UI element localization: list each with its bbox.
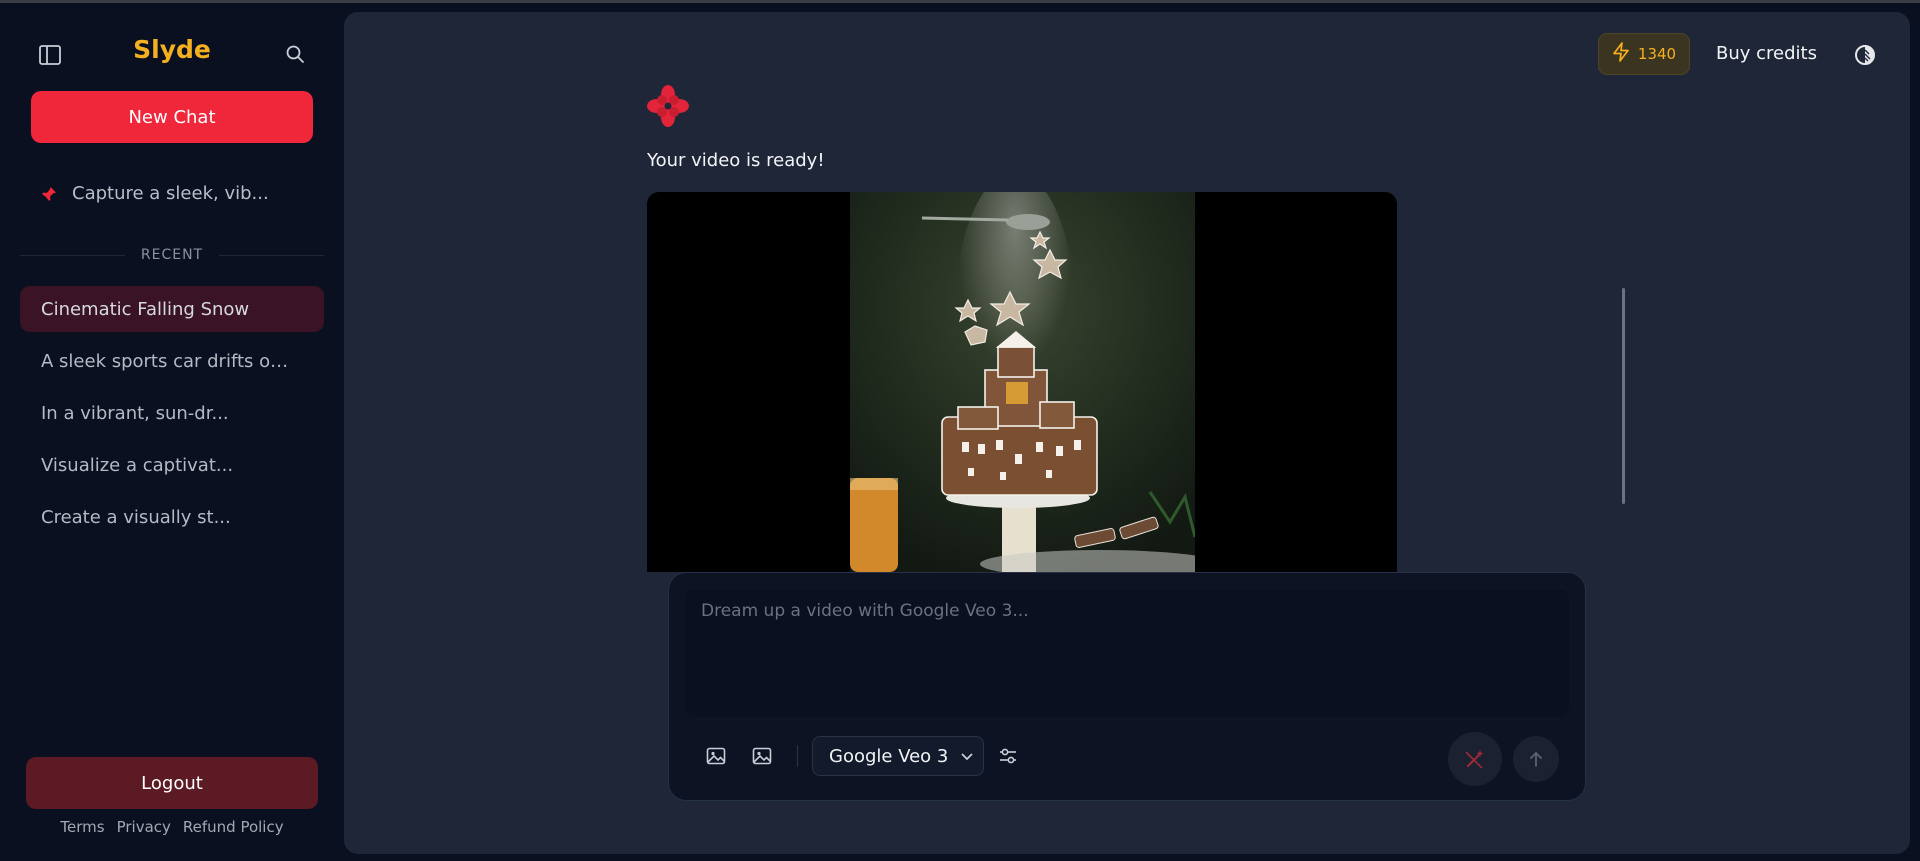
image-icon	[752, 747, 772, 765]
image-icon	[706, 747, 726, 765]
chat-item[interactable]: Create a visually st...	[20, 494, 324, 540]
assistant-message: Your video is ready!	[647, 150, 825, 171]
send-button[interactable]	[1513, 736, 1559, 782]
pinned-chat-item[interactable]: Capture a sleek, vib...	[40, 183, 269, 204]
pinned-chat-label: Capture a sleek, vib...	[72, 183, 269, 204]
enhance-prompt-button[interactable]	[1448, 732, 1502, 786]
credits-badge[interactable]: 1340	[1598, 33, 1690, 75]
prompt-input[interactable]	[685, 589, 1569, 717]
recent-heading: RECENT	[140, 247, 204, 263]
pin-icon	[40, 185, 58, 203]
settings-sliders-button[interactable]	[991, 739, 1025, 773]
divider-line	[219, 254, 324, 256]
contrast-icon[interactable]	[1852, 42, 1878, 68]
chat-item-active[interactable]: Cinematic Falling Snow	[20, 286, 324, 332]
sliders-icon	[1000, 748, 1016, 764]
assistant-logo-icon	[646, 84, 690, 128]
video-frame-image	[850, 192, 1195, 572]
recent-divider: RECENT	[20, 243, 324, 267]
new-chat-button[interactable]: New Chat	[31, 91, 313, 143]
credits-count: 1340	[1637, 45, 1677, 63]
terms-link[interactable]: Terms	[60, 818, 104, 836]
privacy-link[interactable]: Privacy	[117, 818, 171, 836]
model-select[interactable]: Google Veo 3	[812, 736, 984, 776]
chat-item[interactable]: In a vibrant, sun-dr...	[20, 390, 324, 436]
arrow-up-icon	[1530, 752, 1542, 767]
sidebar: Slyde New Chat Capture a sleek, vib... R…	[0, 3, 344, 861]
search-icon[interactable]	[280, 39, 310, 69]
prompt-composer: Google Veo 3	[668, 572, 1586, 801]
upload-end-image-button[interactable]	[745, 739, 779, 773]
divider-line	[20, 254, 125, 256]
logout-button[interactable]: Logout	[26, 757, 318, 809]
chevron-down-icon	[960, 746, 974, 767]
brand-logo[interactable]: Slyde	[120, 35, 224, 64]
upload-start-image-button[interactable]	[699, 739, 733, 773]
chat-item[interactable]: Visualize a captivat...	[20, 442, 324, 488]
sidebar-toggle-icon[interactable]	[36, 41, 64, 69]
main-panel: 1340 Buy credits Your video is ready! Dr…	[344, 12, 1910, 854]
toolbar-divider	[797, 745, 798, 767]
refund-policy-link[interactable]: Refund Policy	[183, 818, 284, 836]
buy-credits-link[interactable]: Buy credits	[1716, 43, 1817, 64]
lightning-icon	[1612, 42, 1630, 66]
magic-wand-icon	[1465, 750, 1484, 769]
legal-links: Terms Privacy Refund Policy	[0, 818, 344, 836]
chat-item[interactable]: A sleek sports car drifts o…	[20, 338, 324, 384]
model-select-value: Google Veo 3	[829, 745, 949, 767]
recent-chat-list: Cinematic Falling Snow A sleek sports ca…	[20, 286, 324, 546]
video-player[interactable]	[647, 192, 1397, 572]
scrollbar-thumb[interactable]	[1622, 288, 1625, 504]
